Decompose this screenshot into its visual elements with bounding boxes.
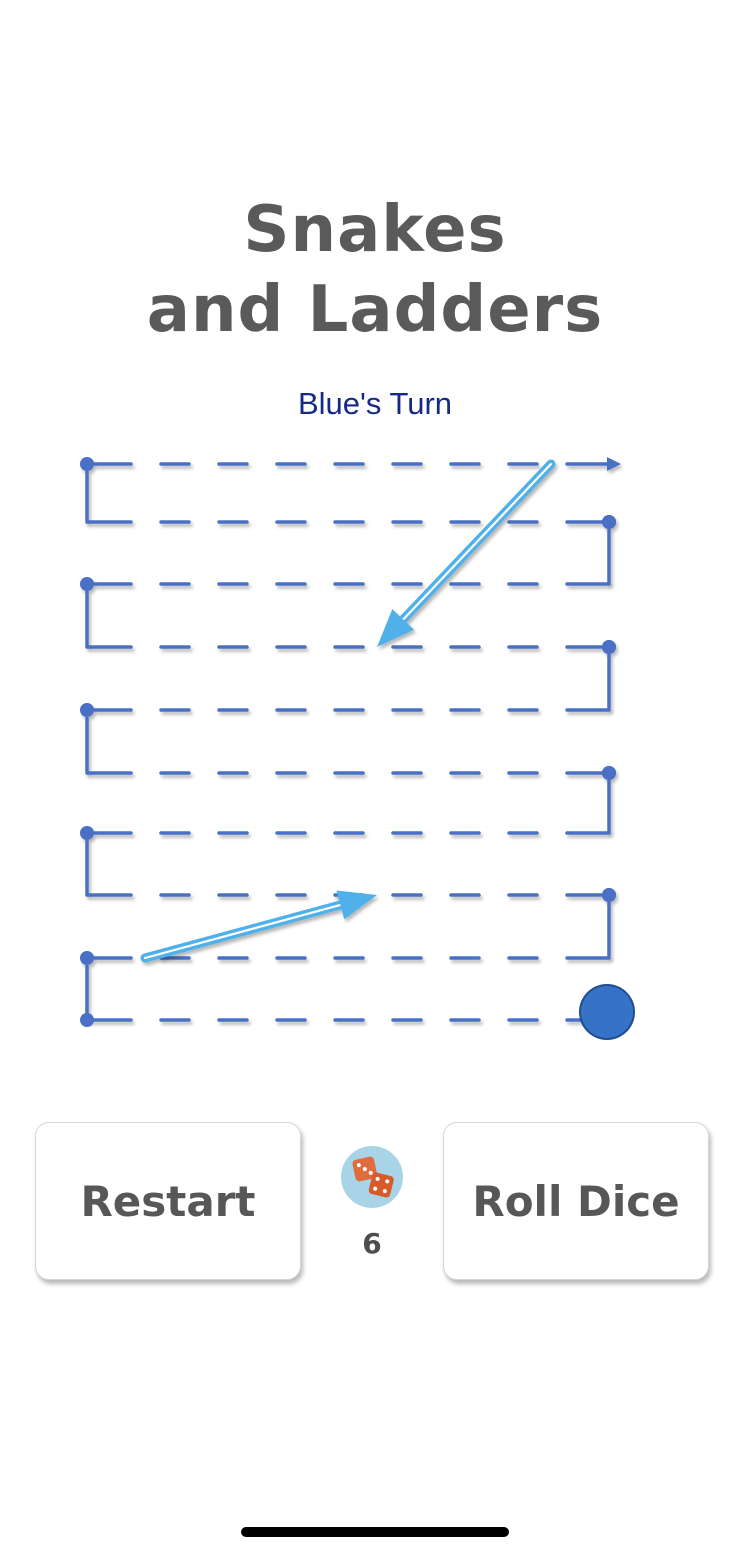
- path-row: [80, 826, 611, 895]
- ladder-highlight: [143, 903, 342, 960]
- path-node: [602, 515, 616, 529]
- ladder-highlight: [402, 462, 553, 621]
- player-token: [581, 986, 633, 1038]
- path-row: [85, 1013, 616, 1027]
- ladder-arrow: [140, 890, 377, 963]
- roll-dice-button[interactable]: Roll Dice: [443, 1122, 709, 1280]
- path-node: [80, 577, 94, 591]
- path-node: [80, 1013, 94, 1027]
- game-board: [80, 457, 635, 1040]
- path-node: [602, 888, 616, 902]
- path-row: [80, 577, 611, 647]
- path-node: [80, 826, 94, 840]
- path-row: [85, 766, 616, 833]
- board-path: [80, 457, 621, 1027]
- path-node: [80, 703, 94, 717]
- ladder-arrow: [377, 459, 556, 647]
- dice-icon: [341, 1146, 405, 1210]
- path-row: [80, 457, 621, 522]
- restart-button[interactable]: Restart: [35, 1122, 301, 1280]
- path-node: [602, 766, 616, 780]
- path-node: [602, 640, 616, 654]
- path-row: [85, 640, 616, 710]
- game-screen: Snakes and Ladders Blue's Turn Restart 6…: [0, 0, 750, 1554]
- home-indicator[interactable]: [241, 1527, 509, 1537]
- path-row: [80, 951, 611, 1020]
- path-node: [80, 951, 94, 965]
- token-layer: [579, 984, 635, 1040]
- ladder-head: [336, 890, 377, 920]
- path-row: [80, 703, 611, 773]
- dice-value: 6: [362, 1227, 382, 1260]
- finish-arrow: [607, 457, 621, 471]
- path-row: [85, 515, 616, 584]
- path-node: [80, 457, 94, 471]
